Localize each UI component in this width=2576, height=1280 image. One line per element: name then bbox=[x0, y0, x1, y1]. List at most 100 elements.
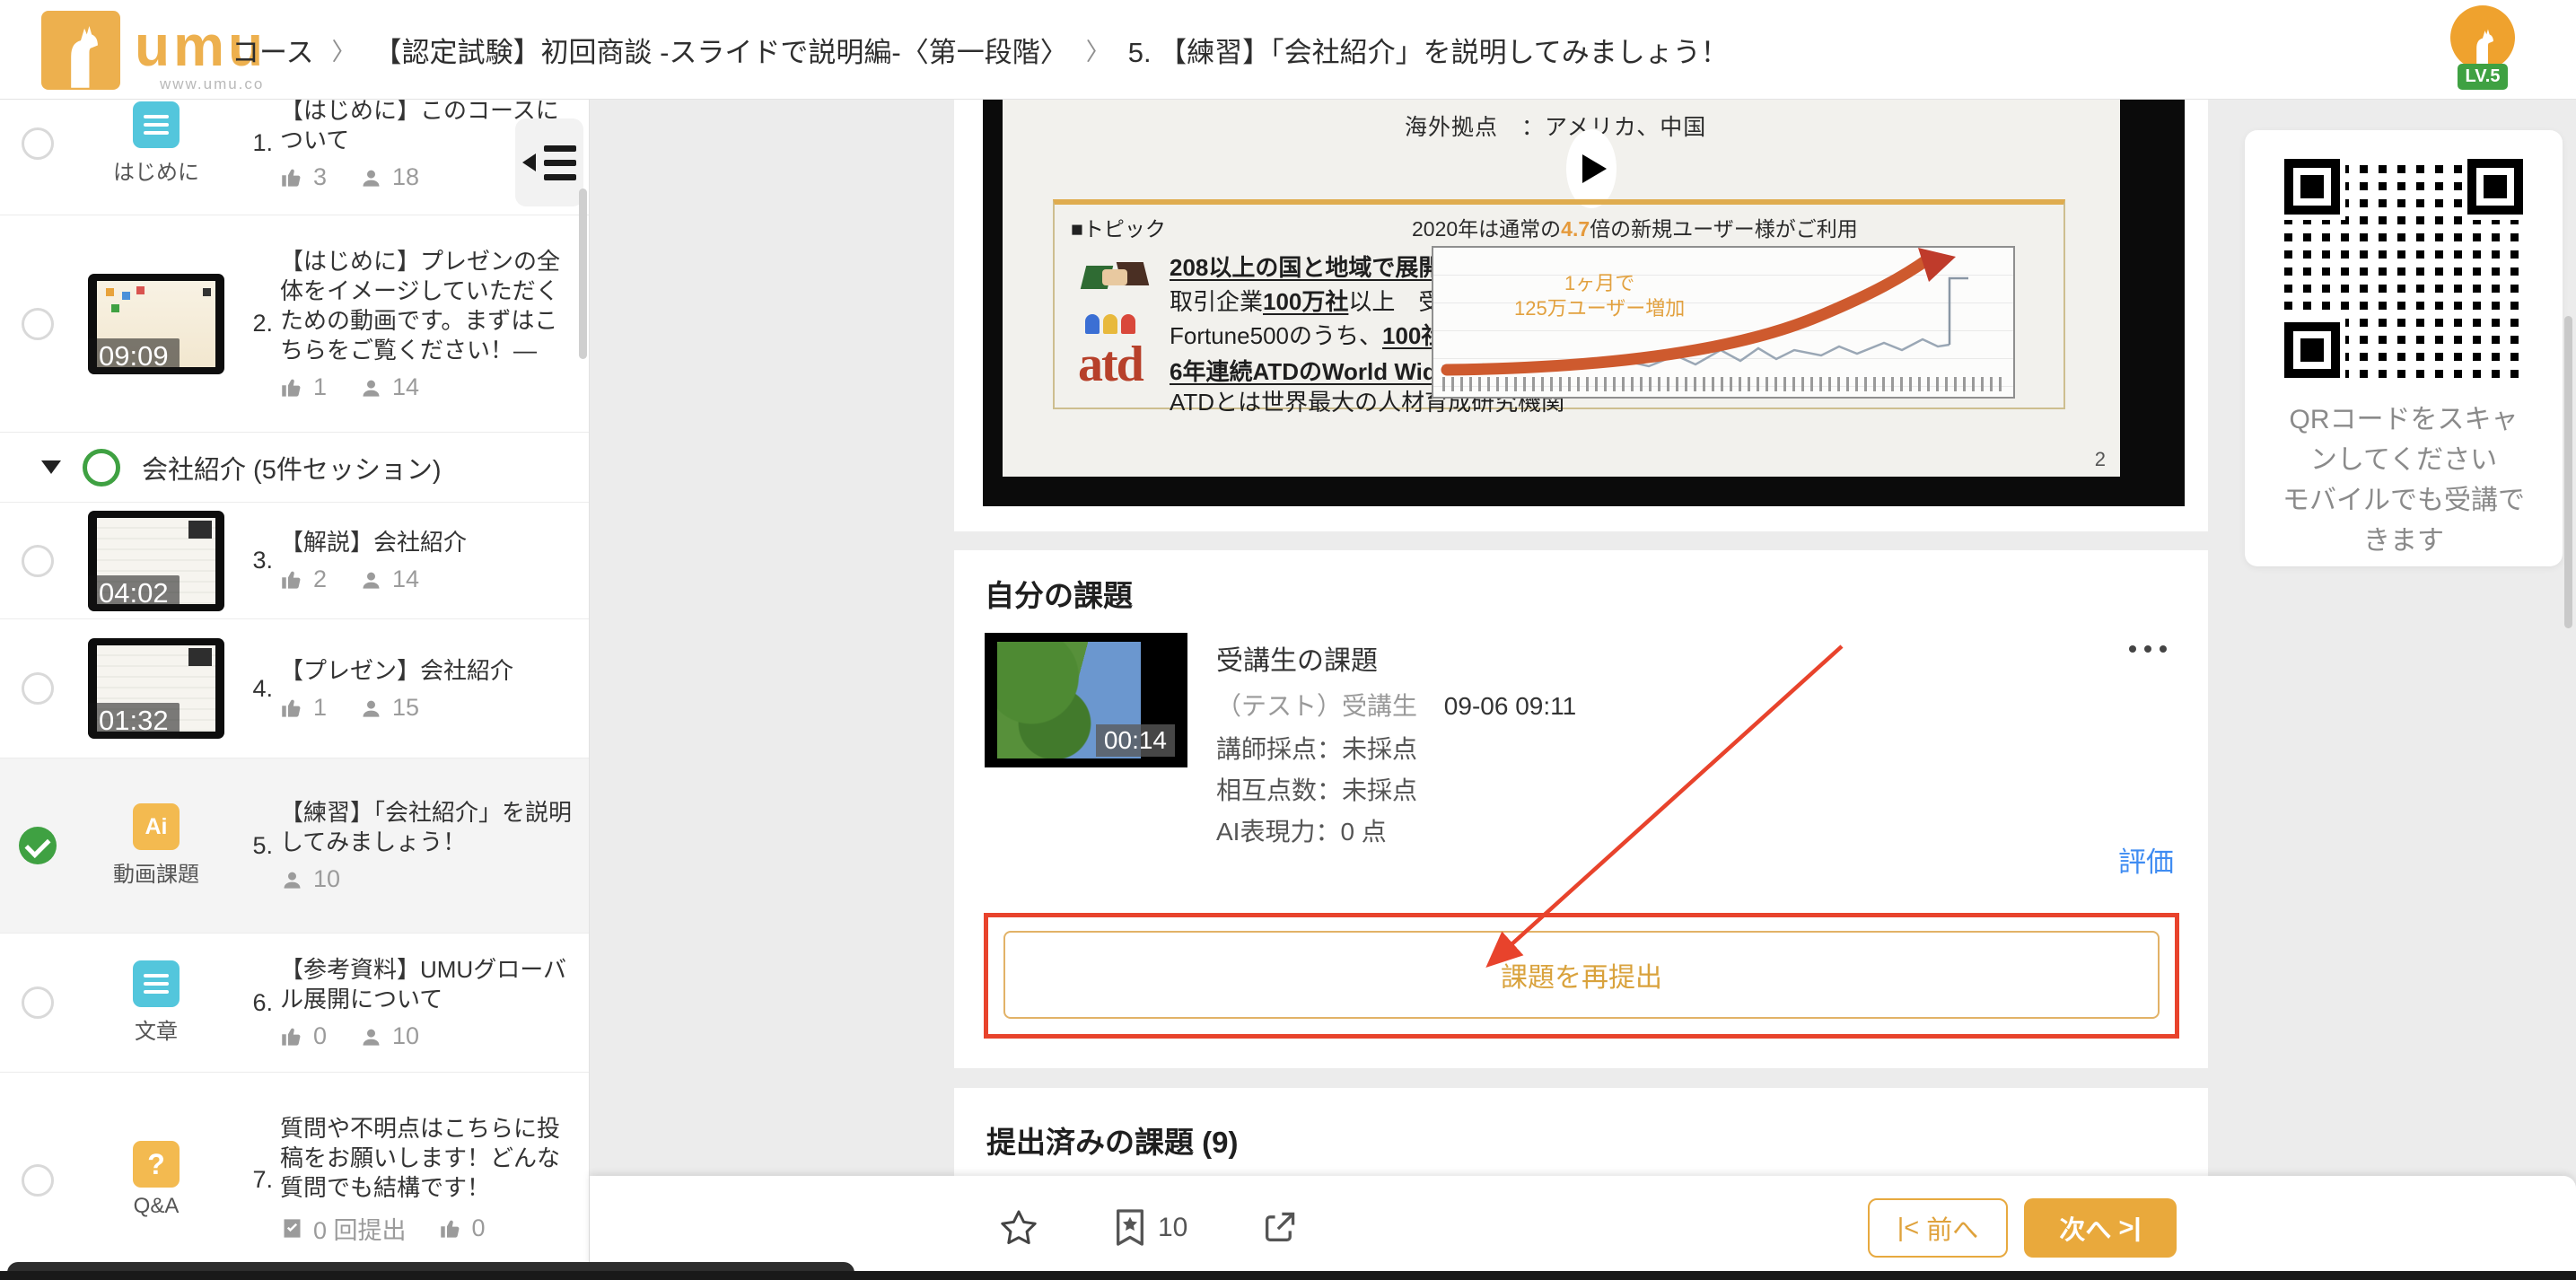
qr-panel: QRコードをスキャ ンしてください モバイルでも受講で きます bbox=[2245, 130, 2563, 566]
page-scrollbar[interactable] bbox=[2564, 316, 2572, 628]
evaluate-link[interactable]: 評価 bbox=[2118, 839, 2174, 880]
play-button[interactable] bbox=[1566, 129, 1617, 208]
video-player-card: 海外拠点 ：アメリカ、中国 ■トピック 208以上の国と地域で展開 取引企業10… bbox=[954, 99, 2208, 531]
sidebar-scrollbar[interactable] bbox=[579, 188, 587, 359]
attendee-count: 10 bbox=[392, 1022, 419, 1050]
peer-score: 相互点数：未採点 bbox=[1216, 771, 1417, 807]
item-number: 3. bbox=[237, 547, 280, 574]
bottom-edge-bar bbox=[0, 1271, 2576, 1280]
slide-right-title: 2020年は通常の4.7倍の新規ユーザー様がご利用 bbox=[1412, 212, 1858, 242]
submission-count: 0 回提出 bbox=[313, 1211, 407, 1246]
collapse-triangle-icon[interactable] bbox=[41, 460, 61, 474]
share-button[interactable] bbox=[1261, 1210, 1297, 1246]
medal-score-button[interactable]: 10 bbox=[1113, 1208, 1187, 1248]
favorite-star-button[interactable] bbox=[998, 1208, 1039, 1248]
umu-logo-icon[interactable] bbox=[41, 11, 120, 90]
hamburger-icon bbox=[544, 145, 576, 180]
video-duration: 04:02 bbox=[88, 575, 180, 611]
video-duration: 01:32 bbox=[88, 703, 180, 739]
sidebar-item-2[interactable]: 09:09 2. 【はじめに】プレゼンの全体をイメージしていただくための動画です… bbox=[0, 215, 589, 433]
attendee-count: 15 bbox=[392, 694, 419, 722]
like-count: 2 bbox=[313, 565, 327, 593]
sidebar-item-1[interactable]: はじめに 1. 【はじめに】このコースについて 3 18 bbox=[0, 99, 589, 215]
item-type-label: Q&A bbox=[134, 1194, 180, 1219]
item-title: 【プレゼン】会社紹介 bbox=[280, 656, 578, 686]
item-title: 【練習】「会社紹介」を説明してみましょう！ bbox=[280, 798, 578, 857]
previous-button[interactable]: |< 前へ bbox=[1868, 1198, 2008, 1258]
video-player[interactable]: 海外拠点 ：アメリカ、中国 ■トピック 208以上の国と地域で展開 取引企業10… bbox=[983, 99, 2185, 506]
sidebar-item-5-selected[interactable]: Ai 動画課題 5. 【練習】「会社紹介」を説明してみましょう！ 10 bbox=[0, 758, 589, 934]
assignment-author-row: （テスト）受講生 09-06 09:11 bbox=[1216, 687, 1576, 723]
like-count: 1 bbox=[313, 694, 327, 722]
level-badge: LV.5 bbox=[2458, 64, 2509, 90]
resubmit-assignment-button[interactable]: 課題を再提出 bbox=[1003, 931, 2160, 1019]
radio-unchecked-icon[interactable] bbox=[22, 672, 54, 705]
attendee-count: 14 bbox=[392, 373, 419, 401]
person-icon bbox=[359, 165, 383, 189]
attendee-count: 18 bbox=[392, 163, 419, 191]
item-type-label: 文章 bbox=[135, 1013, 178, 1045]
slide-line-1: 208以上の国と地域で展開 bbox=[1170, 250, 1441, 283]
video-thumbnail[interactable]: 09:09 bbox=[88, 274, 224, 374]
person-icon bbox=[359, 696, 383, 720]
completed-check-icon bbox=[19, 827, 57, 864]
document-icon bbox=[133, 960, 180, 1007]
video-duration: 09:09 bbox=[88, 338, 180, 374]
people-icon bbox=[1085, 311, 1157, 334]
thumbs-up-icon bbox=[439, 1216, 463, 1241]
video-thumbnail[interactable]: 04:02 bbox=[88, 511, 224, 611]
ai-video-assignment-icon: Ai bbox=[133, 803, 180, 850]
question-icon: ? bbox=[133, 1141, 180, 1188]
sidebar-item-4[interactable]: 01:32 4. 【プレゼン】会社紹介 1 15 bbox=[0, 619, 589, 758]
slide-overseas-text: 海外拠点 ：アメリカ、中国 bbox=[1405, 110, 1706, 142]
person-icon bbox=[280, 867, 304, 891]
breadcrumb-courses[interactable]: コース bbox=[232, 30, 313, 70]
breadcrumb-course-title[interactable]: 【認定試験】初回商談 -スライドで説明編-〈第一段階〉 bbox=[373, 30, 1067, 70]
breadcrumb: コース 〉 【認定試験】初回商談 -スライドで説明編-〈第一段階〉 〉 5. 【… bbox=[232, 0, 1729, 99]
assignment-thumbnail[interactable]: 00:14 bbox=[985, 633, 1187, 767]
more-options-icon[interactable] bbox=[2129, 645, 2167, 653]
qr-code bbox=[2284, 159, 2523, 378]
thumbs-up-icon bbox=[280, 1024, 304, 1048]
radio-unchecked-icon[interactable] bbox=[22, 1164, 54, 1197]
play-icon bbox=[1582, 154, 1607, 183]
radio-unchecked-icon[interactable] bbox=[22, 308, 54, 340]
person-icon bbox=[359, 375, 383, 399]
thumbs-up-icon bbox=[280, 567, 304, 592]
slide-page-number: 2 bbox=[2095, 448, 2106, 471]
sidebar-item-7[interactable]: ? Q&A 7. 質問や不明点はこちらに投稿をお願いします！どんな質問でも結構で… bbox=[0, 1073, 589, 1280]
thumbs-up-icon bbox=[280, 375, 304, 399]
item-number: 7. bbox=[237, 1166, 280, 1194]
assignment-title: 受講生の課題 bbox=[1216, 638, 1378, 678]
user-level-avatar[interactable]: LV.5 bbox=[2441, 5, 2524, 90]
item-type-label: はじめに bbox=[113, 154, 199, 186]
section-header-company-intro[interactable]: 会社紹介 (5件セッション) bbox=[0, 433, 589, 503]
video-thumbnail[interactable]: 01:32 bbox=[88, 638, 224, 739]
item-title: 【参考資料】UMUグローバル展開について bbox=[280, 955, 578, 1014]
session-footer-bar: 10 |< 前へ 次へ >| bbox=[590, 1176, 2576, 1280]
person-icon bbox=[359, 567, 383, 592]
progress-ring-icon bbox=[83, 449, 120, 487]
chevron-separator-icon: 〉 bbox=[331, 32, 355, 67]
teacher-score: 講師採点：未採点 bbox=[1216, 730, 1417, 766]
next-button[interactable]: 次へ >| bbox=[2024, 1198, 2177, 1258]
chart-caption: 1ヶ月で125万ユーザー増加 bbox=[1514, 271, 1685, 321]
my-assignment-heading: 自分の課題 bbox=[985, 572, 1133, 615]
attendee-count: 10 bbox=[313, 865, 340, 893]
like-count: 3 bbox=[313, 163, 327, 191]
medal-count: 10 bbox=[1158, 1213, 1187, 1243]
radio-unchecked-icon[interactable] bbox=[22, 986, 54, 1019]
ai-expression-score: AI表現力：0 点 bbox=[1216, 812, 1387, 848]
sidebar-collapse-button[interactable] bbox=[515, 118, 583, 206]
like-count: 0 bbox=[313, 1022, 327, 1050]
item-number: 1. bbox=[237, 129, 280, 157]
document-icon bbox=[133, 101, 180, 148]
radio-unchecked-icon[interactable] bbox=[22, 127, 54, 160]
item-title: 【解説】会社紹介 bbox=[280, 528, 578, 557]
sidebar-item-3[interactable]: 04:02 3. 【解説】会社紹介 2 14 bbox=[0, 503, 589, 619]
sidebar-item-6[interactable]: 文章 6. 【参考資料】UMUグローバル展開について 0 10 bbox=[0, 934, 589, 1073]
item-number: 5. bbox=[237, 832, 280, 860]
submitted-heading: 提出済みの課題 (9) bbox=[986, 1118, 1239, 1162]
thumbs-up-icon bbox=[280, 696, 304, 720]
radio-unchecked-icon[interactable] bbox=[22, 545, 54, 577]
